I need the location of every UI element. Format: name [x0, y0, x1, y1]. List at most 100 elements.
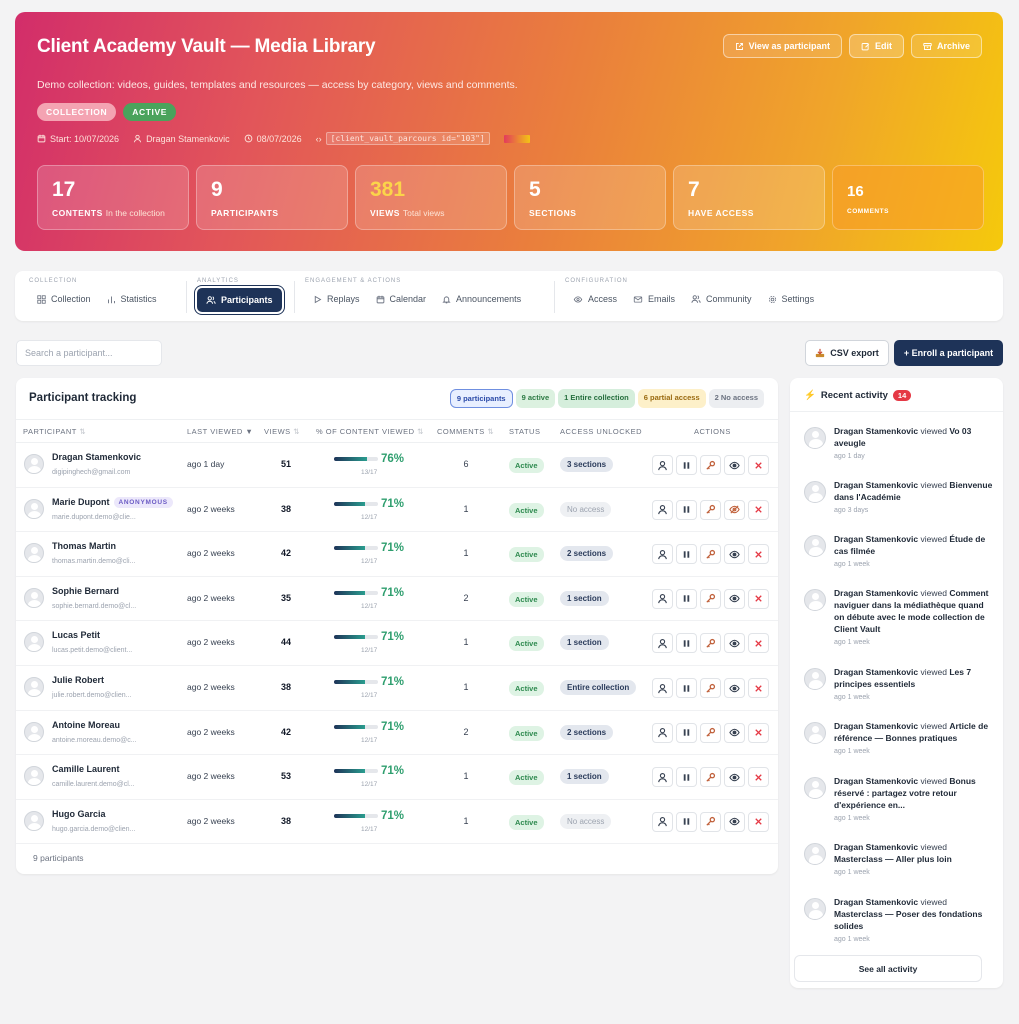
table-row: Lucas Petit lucas.petit.demo@client... ago… [16, 621, 778, 666]
archive-button[interactable]: Archive [910, 34, 982, 58]
eye-icon [729, 728, 740, 737]
participant-name[interactable]: Julie Robert [52, 675, 104, 685]
manage-access-button[interactable] [700, 455, 721, 475]
participant-name[interactable]: Lucas Petit [52, 630, 100, 640]
tab-participants[interactable]: Participants [197, 288, 282, 312]
csv-export-button[interactable]: CSV export [805, 340, 889, 366]
col-views[interactable]: VIEWS ⇅ [264, 427, 300, 436]
manage-access-button[interactable] [700, 811, 721, 832]
enroll-participant-button[interactable]: + Enroll a participant [894, 340, 1003, 366]
toggle-visibility-button[interactable] [724, 811, 745, 832]
view-as-participant-button[interactable]: View as participant [722, 34, 842, 58]
author: Dragan Stamenkovic [133, 134, 230, 144]
view-profile-button[interactable] [652, 499, 673, 520]
view-profile-button[interactable] [652, 767, 673, 788]
manage-access-button[interactable] [700, 588, 721, 609]
toggle-visibility-button[interactable] [724, 544, 745, 565]
view-profile-button[interactable] [652, 722, 673, 743]
remove-participant-button[interactable] [748, 633, 769, 654]
toggle-visibility-button[interactable] [724, 588, 745, 609]
pause-button[interactable] [676, 767, 697, 788]
view-profile-button[interactable] [652, 811, 673, 832]
stat-contents: 17 CONTENTS In the collection [37, 165, 189, 230]
tab-statistics[interactable]: Statistics [99, 288, 165, 310]
participant-name[interactable]: Sophie Bernard [52, 586, 119, 596]
progress-fraction: 12/17 [361, 825, 378, 833]
pause-button[interactable] [676, 499, 697, 520]
pause-button[interactable] [676, 588, 697, 609]
table-row: Thomas Martin thomas.martin.demo@cli... ag… [16, 532, 778, 577]
participant-email: lucas.petit.demo@client... [52, 647, 133, 655]
filter-partial-access[interactable]: 6 partial access [637, 389, 706, 408]
search-input[interactable]: Search a participant... [16, 340, 162, 366]
close-icon [755, 818, 762, 826]
filter-entire-collection[interactable]: 1 Entire collection [558, 389, 635, 408]
toggle-visibility-button[interactable] [724, 767, 745, 788]
view-profile-button[interactable] [652, 633, 673, 654]
tab-settings[interactable]: Settings [760, 288, 823, 310]
view-profile-button[interactable] [652, 544, 673, 565]
remove-participant-button[interactable] [748, 722, 769, 743]
tab-emails[interactable]: Emails [625, 288, 683, 310]
manage-access-button[interactable] [700, 678, 721, 698]
tab-access[interactable]: Access [565, 288, 625, 310]
remove-participant-button[interactable] [748, 544, 769, 565]
filter-no-access[interactable]: 2 No access [708, 389, 764, 408]
remove-participant-button[interactable] [748, 499, 769, 520]
toggle-visibility-button[interactable] [724, 722, 745, 743]
toggle-visibility-button[interactable] [724, 455, 745, 475]
participant-name[interactable]: Hugo Garcia [52, 809, 106, 819]
pause-button[interactable] [676, 544, 697, 565]
toggle-visibility-button[interactable] [724, 499, 745, 520]
tab-collection[interactable]: Collection [29, 288, 99, 310]
participant-name[interactable]: Antoine Moreau [52, 720, 120, 730]
filter-all[interactable]: 9 participants [449, 389, 513, 408]
activity-count-badge: 14 [892, 390, 912, 401]
col-last-viewed[interactable]: LAST VIEWED ▼ [187, 427, 253, 436]
toggle-visibility-button[interactable] [724, 678, 745, 698]
sort-desc-icon: ▼ [245, 427, 254, 436]
manage-access-button[interactable] [700, 544, 721, 565]
tab-community[interactable]: Community [683, 288, 760, 310]
last-viewed: ago 2 weeks [187, 682, 235, 692]
remove-participant-button[interactable] [748, 588, 769, 609]
participant-name[interactable]: Marie Dupont ANONYMOUS [52, 496, 173, 508]
stat-participants: 9 PARTICIPANTS [196, 165, 348, 230]
remove-participant-button[interactable] [748, 811, 769, 832]
view-profile-button[interactable] [652, 588, 673, 609]
manage-access-button[interactable] [700, 722, 721, 743]
participant-name[interactable]: Dragan Stamenkovic [52, 452, 141, 462]
view-profile-button[interactable] [652, 455, 673, 475]
edit-button[interactable]: Edit [848, 34, 904, 58]
pause-button[interactable] [676, 455, 697, 475]
user-icon [658, 460, 667, 470]
tab-announcements[interactable]: Announcements [434, 288, 529, 310]
manage-access-button[interactable] [700, 767, 721, 788]
tab-calendar[interactable]: Calendar [368, 288, 435, 310]
user-icon [658, 772, 667, 782]
pause-button[interactable] [676, 811, 697, 832]
col-participant[interactable]: PARTICIPANT ⇅ [23, 427, 86, 436]
tab-replays[interactable]: Replays [305, 288, 368, 310]
col-comments[interactable]: COMMENTS ⇅ [437, 427, 494, 436]
pause-button[interactable] [676, 633, 697, 654]
manage-access-button[interactable] [700, 633, 721, 654]
table-row: Camille Laurent camille.laurent.demo@cl..… [16, 755, 778, 800]
row-actions [652, 678, 769, 698]
filter-active[interactable]: 9 active [515, 389, 556, 408]
see-all-activity-button[interactable]: See all activity [794, 955, 982, 982]
remove-participant-button[interactable] [748, 767, 769, 788]
remove-participant-button[interactable] [748, 455, 769, 475]
shortcode[interactable]: ‹› [client_vault_parcours id="103"] [316, 132, 490, 145]
page-title: Client Academy Vault — Media Library [37, 36, 376, 57]
col-pct-viewed[interactable]: % OF CONTENT VIEWED ⇅ [316, 427, 424, 436]
remove-participant-button[interactable] [748, 678, 769, 698]
toggle-visibility-button[interactable] [724, 633, 745, 654]
table-header: PARTICIPANT ⇅ LAST VIEWED ▼ VIEWS ⇅ % OF… [16, 419, 778, 443]
manage-access-button[interactable] [700, 499, 721, 520]
pause-button[interactable] [676, 722, 697, 743]
participant-name[interactable]: Camille Laurent [52, 764, 120, 774]
participant-name[interactable]: Thomas Martin [52, 541, 116, 551]
pause-button[interactable] [676, 678, 697, 698]
view-profile-button[interactable] [652, 678, 673, 698]
